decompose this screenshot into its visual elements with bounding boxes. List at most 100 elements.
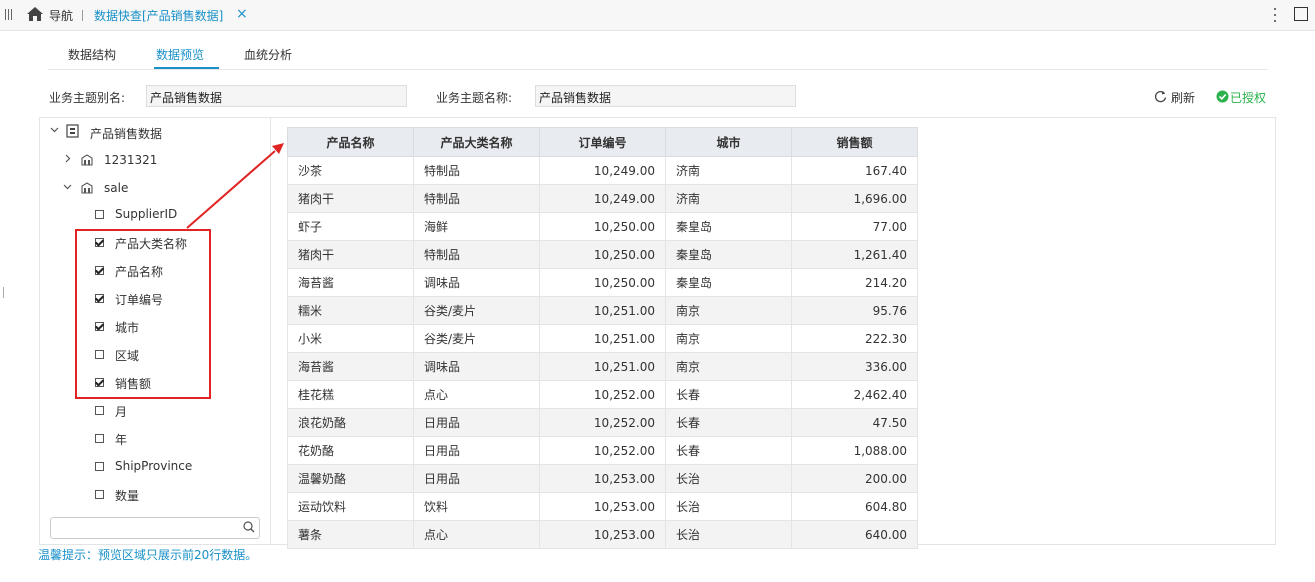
table-cell: 95.76 [791, 296, 918, 325]
tab-lineage-analysis[interactable]: 血统分析 [244, 46, 292, 63]
table-row[interactable]: 桂花糕 点心 10,252.00 长春 2,462.40 [287, 380, 918, 409]
table-cell: 日用品 [413, 436, 540, 465]
checked-fields-highlight-box [75, 229, 211, 399]
table-cell: 长治 [665, 520, 792, 549]
chevron-down-icon[interactable] [63, 182, 72, 194]
table-cell: 10,252.00 [539, 408, 666, 437]
table-icon [80, 153, 95, 169]
tab-data-preview[interactable]: 数据预览 [156, 46, 204, 63]
table-cell: 南京 [665, 324, 792, 353]
close-tab-icon[interactable]: × [236, 6, 248, 22]
preview-table: 产品名称 产品大类名称 订单编号 城市 销售额 沙茶 特制品 10,249.00 济南… [287, 127, 918, 549]
table-row[interactable]: 沙茶 特制品 10,249.00 济南 167.40 [287, 156, 918, 185]
table-row[interactable]: 猪肉干 特制品 10,249.00 济南 1,696.00 [287, 184, 918, 213]
alias-field[interactable]: 产品销售数据 [146, 85, 407, 107]
field-checkbox[interactable] [95, 210, 104, 219]
table-cell: 10,250.00 [539, 268, 666, 297]
maximize-icon[interactable] [1294, 7, 1308, 21]
table-cell: 糯米 [287, 296, 414, 325]
table-cell: 222.30 [791, 324, 918, 353]
table-cell: 10,249.00 [539, 156, 666, 185]
table-row[interactable]: 温馨奶酪 日用品 10,253.00 长治 200.00 [287, 464, 918, 493]
table-cell: 桂花糕 [287, 380, 414, 409]
tab-data-quick-query[interactable]: 数据快查[产品销售数据] [94, 7, 223, 24]
name-field[interactable]: 产品销售数据 [535, 85, 796, 107]
table-cell: 温馨奶酪 [287, 464, 414, 493]
table-cell: 海苔酱 [287, 352, 414, 381]
field-search-input[interactable] [50, 517, 260, 539]
table-cell: 薯条 [287, 520, 414, 549]
chevron-down-icon[interactable] [50, 125, 59, 137]
name-label: 业务主题名称: [436, 91, 513, 105]
table-cell: 猪肉干 [287, 184, 414, 213]
column-header[interactable]: 销售额 [791, 127, 918, 157]
table-cell: 10,249.00 [539, 184, 666, 213]
dataset-icon [66, 124, 79, 141]
table-cell: 10,251.00 [539, 324, 666, 353]
table-cell: 济南 [665, 184, 792, 213]
table-cell: 长春 [665, 408, 792, 437]
table-cell: 调味品 [413, 352, 540, 381]
table-row[interactable]: 海苔酱 调味品 10,251.00 南京 336.00 [287, 352, 918, 381]
table-cell: 调味品 [413, 268, 540, 297]
table-row[interactable]: 海苔酱 调味品 10,250.00 秦皇岛 214.20 [287, 268, 918, 297]
more-vertical-icon[interactable] [1273, 6, 1277, 24]
field-label[interactable]: 月 [115, 403, 127, 420]
menu-grip-icon[interactable] [5, 9, 13, 20]
refresh-button[interactable]: 刷新 [1171, 89, 1195, 106]
table-row[interactable]: 薯条 点心 10,253.00 长治 640.00 [287, 520, 918, 549]
tab-separator [82, 10, 83, 21]
table-cell: 214.20 [791, 268, 918, 297]
table-row[interactable]: 猪肉干 特制品 10,250.00 秦皇岛 1,261.40 [287, 240, 918, 269]
field-label[interactable]: ShipProvince [115, 459, 192, 473]
table-row[interactable]: 虾子 海鲜 10,250.00 秦皇岛 77.00 [287, 212, 918, 241]
table-cell: 日用品 [413, 464, 540, 493]
chevron-right-icon[interactable] [63, 154, 72, 166]
table-cell: 10,252.00 [539, 436, 666, 465]
panel-divider[interactable] [270, 118, 271, 545]
field-label[interactable]: SupplierID [115, 207, 177, 221]
table-cell: 点心 [413, 380, 540, 409]
nav-tab[interactable]: 导航 [49, 7, 73, 24]
table-cell: 长治 [665, 464, 792, 493]
table-cell: 200.00 [791, 464, 918, 493]
table-cell: 谷类/麦片 [413, 324, 540, 353]
table-row[interactable]: 运动饮料 饮料 10,253.00 长治 604.80 [287, 492, 918, 521]
side-resize-handle[interactable] [3, 287, 4, 298]
table-cell: 336.00 [791, 352, 918, 381]
table-cell: 特制品 [413, 156, 540, 185]
table-cell: 77.00 [791, 212, 918, 241]
table-cell: 10,253.00 [539, 464, 666, 493]
table-cell: 1,088.00 [791, 436, 918, 465]
column-header[interactable]: 订单编号 [539, 127, 666, 157]
table-cell: 特制品 [413, 240, 540, 269]
table-row[interactable]: 糯米 谷类/麦片 10,251.00 南京 95.76 [287, 296, 918, 325]
table-cell: 点心 [413, 520, 540, 549]
tab-data-structure[interactable]: 数据结构 [68, 46, 116, 63]
table-cell: 1,261.40 [791, 240, 918, 269]
table-icon [80, 181, 95, 197]
tree-node-label[interactable]: sale [104, 181, 128, 195]
field-label[interactable]: 数量 [115, 487, 139, 504]
table-cell: 浪花奶酪 [287, 408, 414, 437]
field-checkbox[interactable] [95, 462, 104, 471]
field-label[interactable]: 年 [115, 431, 127, 448]
table-header-row: 产品名称 产品大类名称 订单编号 城市 销售额 [287, 127, 918, 157]
tree-root-label[interactable]: 产品销售数据 [90, 125, 162, 142]
field-checkbox[interactable] [95, 406, 104, 415]
table-row[interactable]: 小米 谷类/麦片 10,251.00 南京 222.30 [287, 324, 918, 353]
tree-node-label[interactable]: 1231321 [104, 153, 157, 167]
column-header[interactable]: 产品大类名称 [413, 127, 540, 157]
field-checkbox[interactable] [95, 434, 104, 443]
table-cell: 秦皇岛 [665, 240, 792, 269]
field-checkbox[interactable] [95, 490, 104, 499]
column-header[interactable]: 城市 [665, 127, 792, 157]
home-icon[interactable] [26, 6, 44, 25]
table-row[interactable]: 浪花奶酪 日用品 10,252.00 长春 47.50 [287, 408, 918, 437]
sub-tab-bar: 数据结构 数据预览 血统分析 [48, 38, 1268, 70]
column-header[interactable]: 产品名称 [287, 127, 414, 157]
table-row[interactable]: 花奶酪 日用品 10,252.00 长春 1,088.00 [287, 436, 918, 465]
refresh-icon[interactable] [1154, 90, 1167, 106]
search-icon[interactable] [243, 521, 255, 536]
table-cell: 虾子 [287, 212, 414, 241]
